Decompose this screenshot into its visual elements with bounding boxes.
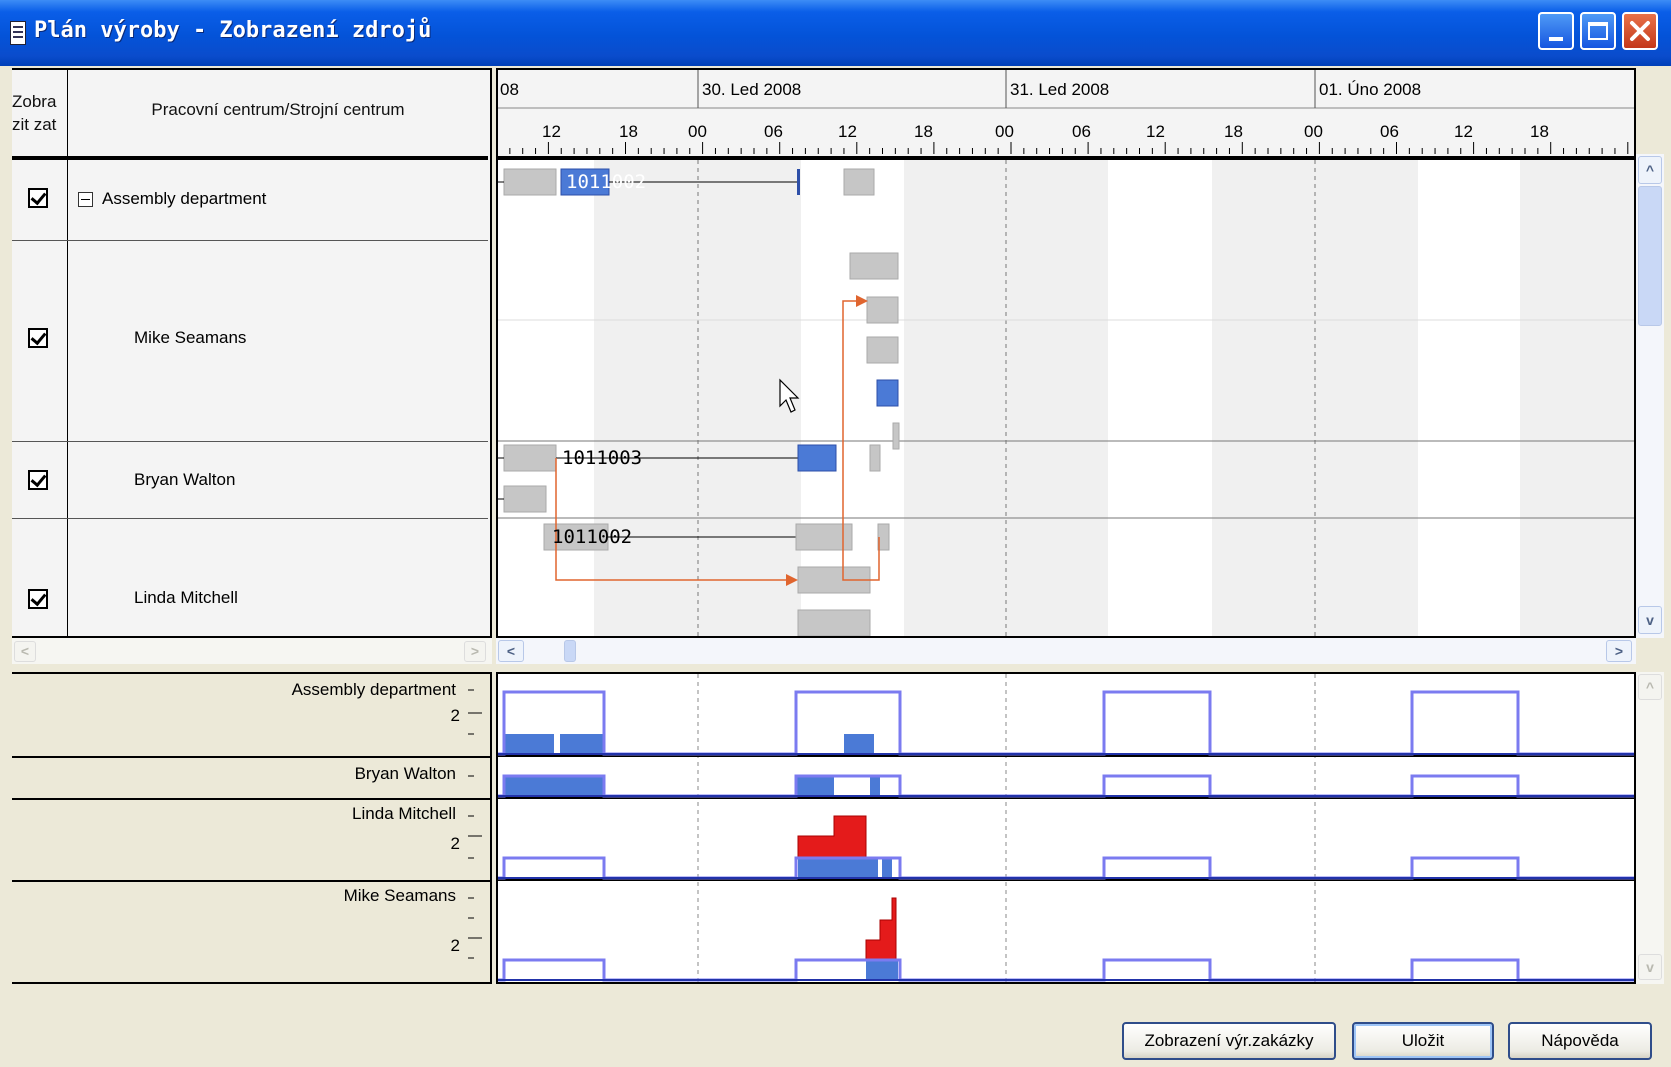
col-header-show[interactable]: Zobra zit zat [12, 70, 68, 156]
load-row: Assembly department 2 [12, 674, 490, 758]
row-label: Mike Seamans [134, 328, 247, 347]
load-row: Mike Seamans 2 [12, 882, 490, 982]
date-label: 30. Led 2008 [702, 80, 802, 99]
hour-label: 12 [1146, 122, 1165, 141]
load-tick-label: 2 [450, 834, 460, 853]
grid-row[interactable]: Mike Seamans [12, 241, 488, 442]
load-tick-label: 2 [450, 706, 460, 725]
gantt-vscrollbar[interactable]: ^ v [1636, 154, 1664, 638]
load-svg [498, 674, 1634, 982]
col-header-show-label: Zobra zit zat [12, 92, 57, 134]
maximize-button[interactable] [1580, 12, 1616, 50]
bar-label[interactable]: 1011003 [562, 447, 642, 469]
show-production-order-button[interactable]: Zobrazení výr.zakázky [1122, 1022, 1336, 1060]
col-header-center-label: Pracovní centrum/Strojní centrum [151, 100, 405, 119]
scroll-right-icon[interactable]: > [464, 641, 486, 662]
hour-label: 06 [764, 122, 783, 141]
gantt-chart[interactable]: 08 30. Led 2008 31. Led 2008 01. Úno 200… [496, 68, 1636, 638]
row-label: Linda Mitchell [134, 588, 238, 607]
scroll-up-icon[interactable]: ^ [1638, 674, 1662, 700]
show-load-checkbox[interactable] [28, 328, 48, 348]
date-label: 08 [500, 80, 519, 99]
hour-label: 12 [838, 122, 857, 141]
grid-row[interactable]: Linda Mitchell [12, 519, 488, 636]
load-tick-label: 2 [450, 936, 460, 955]
close-button[interactable] [1622, 12, 1658, 50]
row-label: Bryan Walton [134, 470, 236, 489]
collapse-icon[interactable] [78, 192, 93, 207]
title-bar[interactable]: Plán výroby - Zobrazení zdrojů [0, 0, 1671, 66]
minimize-icon [1549, 37, 1563, 41]
hour-label: 18 [914, 122, 933, 141]
load-labels-pane: Assembly department 2 Bryan Walton Linda… [12, 672, 492, 984]
scroll-up-icon[interactable]: ^ [1638, 156, 1662, 184]
grid-hscrollbar[interactable]: < > [12, 638, 492, 664]
load-row: Bryan Walton [12, 758, 490, 800]
hour-label: 06 [1072, 122, 1091, 141]
load-row-label: Mike Seamans [343, 886, 456, 905]
app-icon[interactable] [10, 21, 26, 45]
show-load-checkbox[interactable] [28, 188, 48, 208]
hour-label: 00 [995, 122, 1014, 141]
help-button[interactable]: Nápověda [1508, 1022, 1652, 1060]
scroll-right-icon[interactable]: > [1606, 640, 1632, 662]
load-chart[interactable] [496, 672, 1636, 984]
maximize-icon [1588, 22, 1608, 40]
col-header-center[interactable]: Pracovní centrum/Strojní centrum [68, 70, 488, 156]
hscroll-thumb[interactable] [564, 640, 576, 662]
scroll-down-icon[interactable]: v [1638, 606, 1662, 634]
date-label: 31. Led 2008 [1010, 80, 1110, 99]
load-row-label: Bryan Walton [354, 764, 456, 783]
load-row-label: Assembly department [291, 680, 456, 699]
show-load-checkbox[interactable] [28, 470, 48, 490]
hour-label: 18 [619, 122, 638, 141]
grid-row[interactable]: Bryan Walton [12, 442, 488, 519]
hour-label: 12 [1454, 122, 1473, 141]
bar-label[interactable]: 1011002 [552, 526, 632, 548]
gantt-svg [498, 70, 1634, 636]
load-row: Linda Mitchell 2 [12, 800, 490, 882]
save-button[interactable]: Uložit [1352, 1022, 1494, 1060]
window-title: Plán výroby - Zobrazení zdrojů [34, 18, 432, 43]
load-row-label: Linda Mitchell [352, 804, 456, 823]
hour-label: 12 [542, 122, 561, 141]
scroll-left-icon[interactable]: < [498, 640, 524, 662]
load-axis-ticks [468, 689, 482, 959]
vscroll-thumb[interactable] [1638, 186, 1662, 326]
grid-row[interactable]: Assembly department [12, 160, 488, 241]
close-icon [1630, 21, 1650, 41]
production-plan-window: Plán výroby - Zobrazení zdrojů Zobra zit… [0, 0, 1671, 1067]
minimize-button[interactable] [1538, 12, 1574, 50]
scroll-left-icon[interactable]: < [14, 641, 36, 662]
resource-grid: Zobra zit zat Pracovní centrum/Strojní c… [12, 68, 492, 638]
hour-label: 00 [688, 122, 707, 141]
row-label: Assembly department [102, 189, 267, 208]
load-vscrollbar[interactable]: ^ v [1636, 672, 1664, 984]
hour-label: 00 [1304, 122, 1323, 141]
bar-label[interactable]: 1011002 [566, 171, 646, 193]
date-label: 01. Úno 2008 [1319, 80, 1422, 99]
scroll-down-icon[interactable]: v [1638, 954, 1662, 980]
hour-label: 18 [1530, 122, 1549, 141]
window-client: Zobra zit zat Pracovní centrum/Strojní c… [12, 66, 1671, 1067]
show-load-checkbox[interactable] [28, 589, 48, 609]
hour-label: 06 [1380, 122, 1399, 141]
hour-label: 18 [1224, 122, 1243, 141]
gantt-hscrollbar[interactable]: < > [496, 638, 1636, 664]
